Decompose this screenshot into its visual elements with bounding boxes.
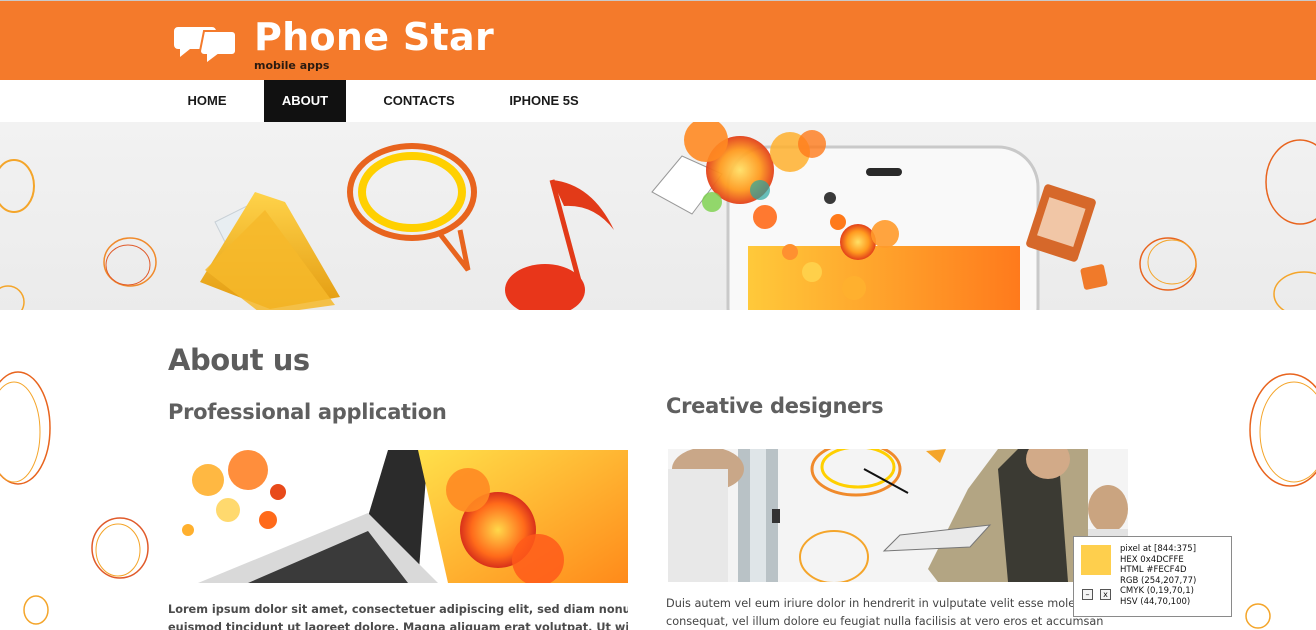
picker-minimize-button[interactable]: – (1082, 589, 1093, 600)
paragraph-line: consequat, vel illum dolore eu feugiat n… (666, 615, 1104, 628)
hero-banner (0, 122, 1316, 310)
main-nav: HOME ABOUT CONTACTS IPHONE 5S (0, 80, 1316, 122)
column-heading-professional: Professional application (168, 400, 447, 424)
left-scribble-decoration (0, 371, 51, 625)
right-scribble-decoration (1249, 373, 1316, 487)
paragraph-line: euismod tincidunt ut laoreet dolore. Mag… (168, 621, 628, 630)
presentation-photo (668, 449, 1128, 582)
picker-hsv-value: HSV (44,70,100) (1120, 596, 1191, 607)
color-swatch (1081, 545, 1111, 575)
paragraph-professional: Lorem ipsum dolor sit amet, consectetuer… (168, 601, 628, 630)
site-tagline: mobile apps (254, 59, 330, 72)
column-heading-creative: Creative designers (666, 394, 884, 418)
speech-bubbles-icon[interactable] (174, 21, 238, 67)
color-picker-popup[interactable]: pixel at [844:375] HEX 0x4DCFFE HTML #FE… (1073, 536, 1232, 617)
picker-hex-value: HEX 0x4DCFFE (1120, 554, 1184, 565)
site-title[interactable]: Phone Star (254, 14, 494, 60)
nav-item-about[interactable]: ABOUT (264, 80, 346, 122)
paragraph-creative: Duis autem vel eum iriure dolor in hendr… (666, 595, 1106, 630)
page-title: About us (168, 343, 310, 377)
hero-banner-illustration (0, 122, 1316, 310)
picker-rgb-value: RGB (254,207,77) (1120, 575, 1197, 586)
site-header: Phone Star mobile apps (0, 0, 1316, 80)
paragraph-line: Lorem ipsum dolor sit amet, consectetuer… (168, 603, 628, 616)
picker-pixel-position: pixel at [844:375] (1120, 544, 1197, 554)
right-scribble-small (1245, 603, 1271, 629)
picker-close-button[interactable]: x (1100, 589, 1111, 600)
nav-item-iphone-5s[interactable]: IPHONE 5S (496, 80, 592, 122)
laptop-photo (168, 450, 628, 583)
picker-html-value: HTML #FECF4D (1120, 565, 1187, 575)
paragraph-line: Duis autem vel eum iriure dolor in hendr… (666, 597, 1096, 610)
nav-item-contacts[interactable]: CONTACTS (372, 80, 466, 122)
nav-item-home[interactable]: HOME (168, 80, 246, 122)
left-scribble-small (91, 517, 149, 579)
picker-cmyk-value: CMYK (0,19,70,1) (1120, 586, 1194, 596)
